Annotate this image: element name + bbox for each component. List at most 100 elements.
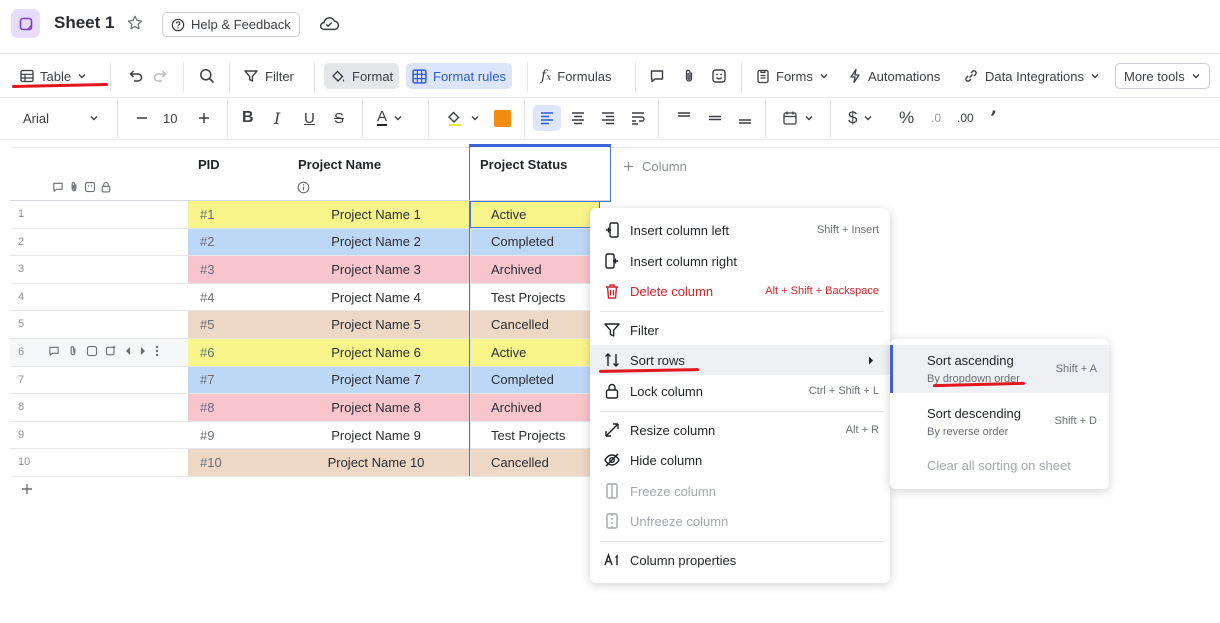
search-icon[interactable] <box>192 63 222 89</box>
table-row[interactable]: 9 #9 Project Name 9 Test Projects <box>10 421 600 450</box>
attachment-icon[interactable] <box>68 181 80 193</box>
format-button[interactable]: Format <box>324 63 400 89</box>
bold-icon[interactable]: B <box>236 105 260 131</box>
sort-descending-option[interactable]: Sort descending By reverse order Shift +… <box>890 399 1109 447</box>
more-tools-button[interactable]: More tools <box>1115 63 1210 89</box>
cell-project-status[interactable]: Active <box>470 339 600 366</box>
align-center-icon[interactable] <box>564 105 592 131</box>
cell-project-status[interactable]: Cancelled <box>470 449 600 476</box>
data-integrations-button[interactable]: Data Integrations <box>957 63 1106 89</box>
cell-pid[interactable]: #5 <box>188 311 282 338</box>
column-header-pid[interactable]: PID <box>198 157 220 172</box>
add-row-button[interactable] <box>20 482 34 496</box>
cell-project-name[interactable]: Project Name 4 <box>282 283 470 311</box>
menu-resize-column[interactable]: Resize column Alt + R <box>590 415 890 445</box>
cell-project-status[interactable]: Archived <box>470 394 600 421</box>
cell-project-name[interactable]: Project Name 5 <box>282 311 470 338</box>
cell-pid[interactable]: #8 <box>188 394 282 421</box>
increase-font-size-icon[interactable] <box>190 105 218 131</box>
cell-project-status[interactable]: Completed <box>470 228 600 256</box>
fill-color-button[interactable] <box>440 105 486 131</box>
clear-sorting-option[interactable]: Clear all sorting on sheet <box>890 453 1109 479</box>
help-feedback-button[interactable]: Help & Feedback <box>162 12 300 37</box>
valign-middle-icon[interactable] <box>701 105 729 131</box>
cell-pid[interactable]: #9 <box>188 421 282 449</box>
sort-ascending-option[interactable]: Sort ascending By dropdown order Shift +… <box>890 345 1109 393</box>
quote-icon[interactable]: ’ <box>984 105 1003 131</box>
table-row[interactable]: 5 #5 Project Name 5 Cancelled <box>10 311 600 339</box>
cell-project-status[interactable]: Completed <box>470 366 600 394</box>
cell-project-name[interactable]: Project Name 6 <box>282 339 470 366</box>
add-emoji-icon[interactable] <box>86 345 98 357</box>
sheet-title[interactable]: Sheet 1 <box>54 13 114 33</box>
filter-button[interactable]: Filter <box>237 63 300 89</box>
italic-icon[interactable]: I <box>268 105 286 131</box>
cell-pid[interactable]: #10 <box>188 449 282 476</box>
cell-project-name[interactable]: Project Name 9 <box>282 421 470 449</box>
add-comment-icon[interactable] <box>48 345 60 357</box>
menu-delete-column[interactable]: Delete column Alt + Shift + Backspace <box>590 276 890 306</box>
add-attachment-icon[interactable] <box>67 345 79 357</box>
cell-pid[interactable]: #7 <box>188 366 282 394</box>
redo-icon[interactable] <box>146 63 176 89</box>
menu-unfreeze-column[interactable]: Unfreeze column <box>590 506 890 536</box>
table-row[interactable]: 2 #2 Project Name 2 Completed <box>10 228 600 257</box>
add-column-button[interactable]: Column <box>622 159 687 174</box>
align-right-icon[interactable] <box>594 105 622 131</box>
automations-button[interactable]: Automations <box>842 63 946 89</box>
cell-project-name[interactable]: Project Name 7 <box>282 366 470 394</box>
menu-filter[interactable]: Filter <box>590 315 890 345</box>
menu-column-properties[interactable]: Column properties <box>590 545 890 575</box>
cell-project-name[interactable]: Project Name 10 <box>282 449 470 476</box>
forms-button[interactable]: Forms <box>750 63 835 89</box>
comment-icon[interactable] <box>643 63 671 89</box>
cell-pid[interactable]: #3 <box>188 256 282 283</box>
cell-project-name[interactable]: Project Name 3 <box>282 256 470 283</box>
cell-pid[interactable]: #2 <box>188 228 282 256</box>
attachment-icon[interactable] <box>675 63 703 89</box>
date-format-button[interactable] <box>776 105 820 131</box>
more-vertical-icon[interactable] <box>154 345 160 357</box>
cell-project-name[interactable]: Project Name 8 <box>282 394 470 421</box>
favorite-star-icon[interactable] <box>126 14 144 32</box>
cell-pid[interactable]: #1 <box>188 201 282 228</box>
column-header-project-name[interactable]: Project Name <box>298 157 381 172</box>
emoji-icon[interactable] <box>84 181 96 193</box>
table-row[interactable]: 3 #3 Project Name 3 Archived <box>10 256 600 284</box>
chevron-right-icon[interactable] <box>139 346 147 356</box>
decrease-font-size-icon[interactable] <box>128 105 156 131</box>
text-color-button[interactable]: A <box>371 105 409 131</box>
comment-icon[interactable] <box>52 181 64 193</box>
menu-lock-column[interactable]: Lock column Ctrl + Shift + L <box>590 376 890 406</box>
table-row[interactable]: 8 #8 Project Name 8 Archived <box>10 394 600 422</box>
chevron-left-icon[interactable] <box>124 346 132 356</box>
strikethrough-icon[interactable]: S <box>328 105 350 131</box>
selected-column-header[interactable]: Project Status <box>469 144 611 202</box>
table-row[interactable]: 1 #1 Project Name 1 Active <box>10 201 600 229</box>
cell-pid[interactable]: #6 <box>188 339 282 366</box>
format-rules-button[interactable]: Format rules <box>406 63 512 89</box>
menu-insert-column-left[interactable]: Insert column left Shift + Insert <box>590 215 890 245</box>
currency-button[interactable]: $ <box>842 105 879 131</box>
decrease-decimal-icon[interactable]: .0 <box>925 105 947 131</box>
cell-project-status[interactable]: Test Projects <box>470 283 600 311</box>
cell-project-status[interactable]: Archived <box>470 256 600 283</box>
formulas-button[interactable]: fx Formulas <box>535 63 617 89</box>
table-row[interactable]: 10 #10 Project Name 10 Cancelled <box>10 449 600 477</box>
cell-project-name[interactable]: Project Name 2 <box>282 228 470 256</box>
add-row-icon[interactable] <box>105 345 117 357</box>
fill-color-swatch[interactable] <box>488 105 517 131</box>
align-left-icon[interactable] <box>533 105 561 131</box>
menu-hide-column[interactable]: Hide column <box>590 445 890 475</box>
cell-project-name[interactable]: Project Name 1 <box>282 201 470 228</box>
font-family-select[interactable]: Arial <box>17 105 105 131</box>
cell-project-status[interactable]: Active <box>470 201 600 228</box>
percent-icon[interactable]: % <box>893 105 920 131</box>
table-row[interactable]: 7 #7 Project Name 7 Completed <box>10 366 600 395</box>
menu-freeze-column[interactable]: Freeze column <box>590 476 890 506</box>
info-icon[interactable] <box>297 181 310 194</box>
app-icon[interactable] <box>11 9 40 38</box>
wrap-text-icon[interactable] <box>624 105 652 131</box>
valign-top-icon[interactable] <box>670 105 698 131</box>
cell-project-status[interactable]: Test Projects <box>470 421 600 449</box>
